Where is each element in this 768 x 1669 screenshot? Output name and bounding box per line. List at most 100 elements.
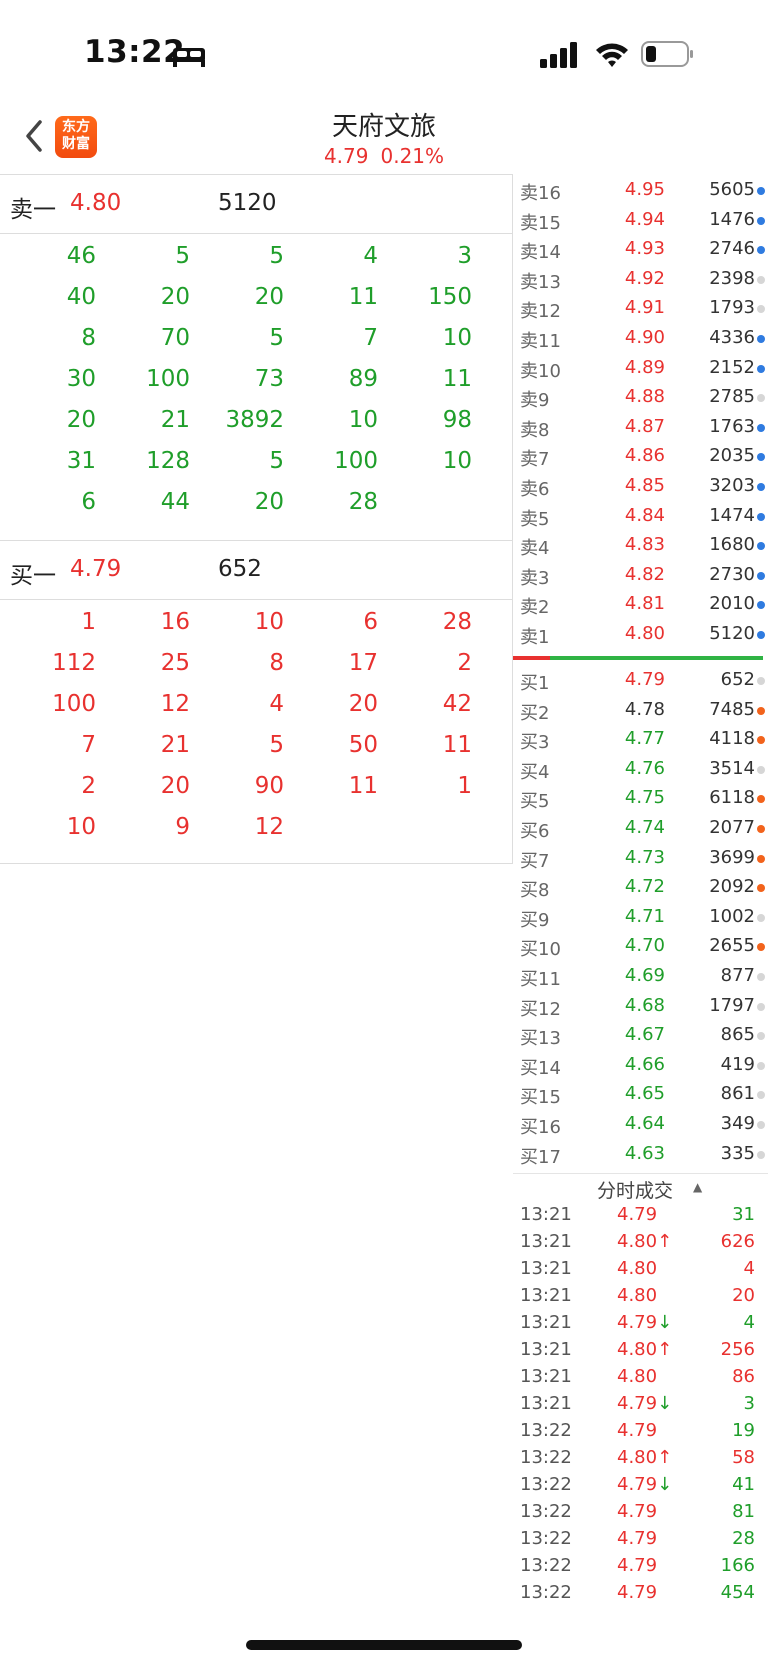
battery-icon bbox=[641, 41, 693, 67]
bid-level-row[interactable]: 买11 4.69 877 bbox=[513, 962, 768, 991]
bid-level-row[interactable]: 买12 4.68 1797 bbox=[513, 992, 768, 1021]
status-dot-icon bbox=[757, 973, 765, 981]
ask-level-row[interactable]: 卖12 4.91 1793 bbox=[513, 294, 768, 323]
ask-level-row[interactable]: 卖7 4.86 2035 bbox=[513, 442, 768, 471]
queue-cell: 20 bbox=[254, 489, 284, 515]
status-dot-icon bbox=[757, 394, 765, 403]
status-dot-icon bbox=[757, 601, 765, 610]
bid-level-row[interactable]: 买13 4.67 865 bbox=[513, 1021, 768, 1050]
bid-level-row[interactable]: 买8 4.72 2092 bbox=[513, 873, 768, 902]
trade-volume: 454 bbox=[720, 1582, 755, 1603]
queue-cell: 10 bbox=[442, 325, 472, 351]
trade-time: 13:21 bbox=[520, 1231, 572, 1252]
queue-cell: 90 bbox=[254, 773, 284, 799]
bid-level-row[interactable]: 买10 4.70 2655 bbox=[513, 932, 768, 961]
trade-volume: 28 bbox=[732, 1528, 755, 1549]
ask-level-volume: 2398 bbox=[709, 267, 755, 289]
trade-time: 13:21 bbox=[520, 1339, 572, 1360]
trade-row: 13:22 4.79 454 bbox=[513, 1580, 768, 1607]
bid-level-price: 4.63 bbox=[624, 1142, 665, 1164]
bid-level-row[interactable]: 买4 4.76 3514 bbox=[513, 755, 768, 784]
caret-up-icon[interactable]: ▲ bbox=[693, 1180, 702, 1194]
bid-level-volume: 419 bbox=[720, 1053, 755, 1075]
ask-level-row[interactable]: 卖6 4.85 3203 bbox=[513, 472, 768, 501]
ask-level-price: 4.86 bbox=[624, 445, 665, 467]
ask-level-label: 卖4 bbox=[520, 538, 550, 560]
ask-level-label: 卖8 bbox=[520, 419, 550, 441]
bid-level-label: 买14 bbox=[520, 1057, 561, 1079]
bid-level-row[interactable]: 买15 4.65 861 bbox=[513, 1080, 768, 1109]
ask-level-row[interactable]: 卖15 4.94 1476 bbox=[513, 206, 768, 235]
queue-cell: 5 bbox=[175, 243, 190, 269]
bid-level-row[interactable]: 买3 4.77 4118 bbox=[513, 725, 768, 754]
bid-level-row[interactable]: 买16 4.64 349 bbox=[513, 1110, 768, 1139]
queue-cell: 150 bbox=[428, 284, 472, 310]
ask-level-row[interactable]: 卖10 4.89 2152 bbox=[513, 354, 768, 383]
bid-ask-ratio-bar bbox=[513, 656, 763, 660]
bid-level-price: 4.69 bbox=[624, 965, 665, 986]
ask-level-row[interactable]: 卖14 4.93 2746 bbox=[513, 235, 768, 264]
ask-level-row[interactable]: 卖2 4.81 2010 bbox=[513, 590, 768, 619]
trade-row: 13:22 4.79 28 bbox=[513, 1526, 768, 1553]
trade-row: 13:22 4.79 166 bbox=[513, 1553, 768, 1580]
status-dot-icon bbox=[757, 453, 765, 462]
ask-level-row[interactable]: 卖9 4.88 2785 bbox=[513, 383, 768, 412]
bid-level-row[interactable]: 买5 4.75 6118 bbox=[513, 784, 768, 813]
ask-level-row[interactable]: 卖4 4.83 1680 bbox=[513, 531, 768, 560]
ask-level-volume: 2730 bbox=[709, 563, 755, 585]
queue-cell: 3 bbox=[457, 243, 472, 269]
sell-one-label: 卖一 bbox=[10, 197, 56, 223]
trade-time: 13:22 bbox=[520, 1474, 572, 1495]
status-bar: 13:22 bbox=[0, 0, 768, 100]
queue-cell: 128 bbox=[146, 448, 190, 474]
ask-level-row[interactable]: 卖16 4.95 5605 bbox=[513, 176, 768, 205]
queue-cell: 8 bbox=[269, 650, 284, 676]
status-dot-icon bbox=[757, 1061, 765, 1070]
ask-ratio-fill bbox=[550, 656, 763, 660]
ask-level-label: 卖13 bbox=[520, 271, 561, 293]
bid-level-row[interactable]: 买6 4.74 2077 bbox=[513, 814, 768, 843]
trade-volume: 256 bbox=[720, 1339, 755, 1360]
queue-panel: 卖一 4.80 5120 46 5 5 4 3 40 20 20 11 150 8 70 5 7 10 30 1… bbox=[0, 174, 513, 864]
bid-level-label: 买16 bbox=[520, 1117, 561, 1138]
queue-cell: 20 bbox=[348, 691, 378, 717]
trade-volume: 41 bbox=[732, 1474, 755, 1495]
home-indicator[interactable] bbox=[246, 1640, 522, 1650]
ask-level-label: 卖2 bbox=[520, 597, 550, 619]
queue-cell: 5 bbox=[269, 325, 284, 351]
bid-level-row[interactable]: 买7 4.73 3699 bbox=[513, 844, 768, 873]
trade-price-value: 4.80 bbox=[617, 1339, 658, 1360]
bid-level-row[interactable]: 买2 4.78 7485 bbox=[513, 696, 768, 725]
bid-level-label: 买6 bbox=[520, 821, 550, 842]
bid-level-label: 买5 bbox=[520, 791, 550, 813]
bid-level-row[interactable]: 买17 4.63 335 bbox=[513, 1140, 768, 1169]
ask-level-row[interactable]: 卖13 4.92 2398 bbox=[513, 265, 768, 294]
trade-row: 13:21 4.80↑ 626 bbox=[513, 1229, 768, 1256]
trades-header[interactable]: 分时成交 ▲ bbox=[513, 1173, 768, 1202]
trade-price-value: 4.79 bbox=[617, 1312, 658, 1333]
bid-level-price: 4.65 bbox=[624, 1083, 665, 1105]
queue-cell: 1 bbox=[457, 773, 472, 799]
bid-level-row[interactable]: 买9 4.71 1002 bbox=[513, 903, 768, 932]
status-dot-icon bbox=[757, 246, 765, 255]
ask-level-row[interactable]: 卖11 4.90 4336 bbox=[513, 324, 768, 353]
ask-level-price: 4.80 bbox=[624, 623, 665, 644]
ask-level-price: 4.90 bbox=[624, 327, 665, 348]
bid-level-row[interactable]: 买1 4.79 652 bbox=[513, 666, 768, 695]
status-dot-icon bbox=[757, 423, 765, 432]
ask-level-row[interactable]: 卖1 4.80 5120 bbox=[513, 620, 768, 649]
queue-cell: 20 bbox=[160, 284, 190, 310]
ask-level-price: 4.88 bbox=[624, 386, 665, 408]
queue-cell: 42 bbox=[442, 691, 472, 717]
ask-level-row[interactable]: 卖5 4.84 1474 bbox=[513, 502, 768, 531]
bid-level-volume: 6118 bbox=[709, 787, 755, 809]
trade-volume: 166 bbox=[720, 1555, 755, 1576]
ask-level-row[interactable]: 卖8 4.87 1763 bbox=[513, 413, 768, 442]
bid-level-row[interactable]: 买14 4.66 419 bbox=[513, 1051, 768, 1080]
trade-price-value: 4.79 bbox=[617, 1204, 658, 1225]
trade-volume: 4 bbox=[743, 1312, 755, 1333]
sell-one-volume: 5120 bbox=[218, 190, 277, 216]
trade-time: 13:22 bbox=[520, 1501, 572, 1522]
ask-level-row[interactable]: 卖3 4.82 2730 bbox=[513, 561, 768, 590]
ask-level-price: 4.95 bbox=[624, 179, 665, 200]
